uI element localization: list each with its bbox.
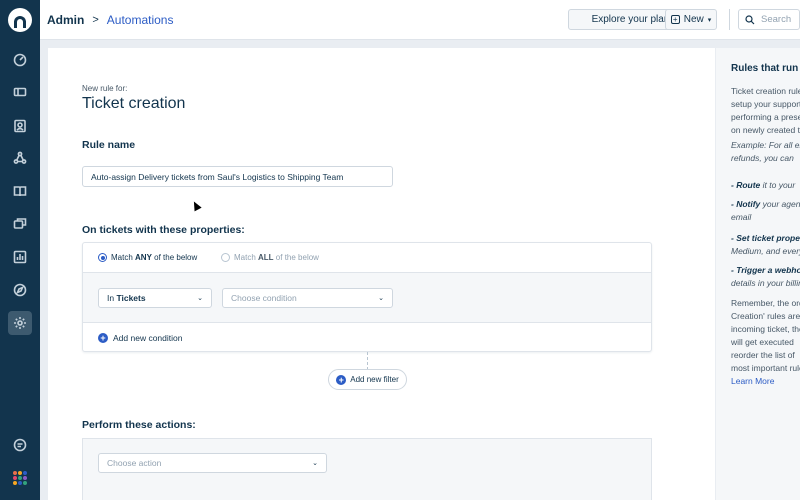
breadcrumb: Admin > Automations [47,13,173,27]
add-filter-label: Add new filter [350,375,399,384]
radio-selected-icon [98,253,107,262]
help-bullet-notify: - Notify your agents email [731,199,800,222]
apps-grid-icon[interactable] [13,471,27,485]
add-filter-button[interactable]: + Add new filter [328,369,407,390]
chevron-down-icon: ▾ [707,16,712,24]
actions-box: Choose action ⌄ [82,438,652,500]
form-subtitle: New rule for: [82,84,128,93]
tickets-icon[interactable] [8,80,32,104]
conditions-box: Match ANY of the below Match ALL of the … [82,242,652,352]
left-nav [0,0,40,500]
condition-select[interactable]: Choose condition ⌄ [222,288,393,308]
search-box[interactable]: Search [738,9,800,30]
condition-row: In Tickets ⌄ Choose condition ⌄ [83,273,651,323]
chat-icon[interactable] [8,433,32,457]
entity-select-value: In Tickets [107,293,146,303]
search-icon [745,14,755,24]
action-placeholder: Choose action [107,458,162,468]
groups-icon[interactable] [8,146,32,170]
rule-form-card: New rule for: Ticket creation Rule name … [48,48,715,500]
contacts-icon[interactable] [8,114,32,138]
help-bullet-webhook: - Trigger a webhook details in your bill… [731,265,800,288]
add-condition-label: Add new condition [113,333,183,343]
actions-label: Perform these actions: [82,419,196,431]
breadcrumb-automations[interactable]: Automations [107,13,174,27]
solutions-icon[interactable] [8,179,32,203]
help-panel: Rules that run on ticket creation Ticket… [716,48,800,500]
connector-line [367,352,368,370]
action-select[interactable]: Choose action ⌄ [98,453,327,473]
help-text-intro: Ticket creation rules setup your support… [731,86,800,135]
top-header: Admin > Automations Explore your plan + … [40,0,800,40]
help-bullet-route: - Route it to your [731,180,796,190]
header-divider [729,9,730,30]
conditions-label: On tickets with these properties: [82,224,245,236]
entity-select[interactable]: In Tickets ⌄ [98,288,212,308]
match-any-radio[interactable]: Match ANY of the below [98,253,197,262]
match-all-label: Match ALL of the below [234,253,319,262]
breadcrumb-admin[interactable]: Admin [47,13,84,27]
plus-circle-icon: + [336,374,347,385]
chevron-down-icon: ⌄ [312,460,318,467]
learn-more-link[interactable]: Learn More [731,375,800,388]
match-type-row: Match ANY of the below Match ALL of the … [83,243,651,273]
freshdesk-logo-icon[interactable] [8,8,32,32]
match-all-radio[interactable]: Match ALL of the below [221,253,319,262]
explore-plan-label: Explore your plan [591,14,670,25]
help-text-order: Remember, the order Creation' rules are … [731,297,800,388]
settings-icon[interactable] [8,311,32,335]
help-text-example: Example: For all emails about refunds, y… [731,140,800,163]
rule-name-label: Rule name [82,139,136,151]
search-placeholder: Search [761,14,792,25]
new-button[interactable]: + New ▾ [665,9,717,30]
rule-name-value: Auto-assign Delivery tickets from Saul's… [91,171,344,182]
conversations-icon[interactable] [8,212,32,236]
condition-placeholder: Choose condition [231,293,297,303]
plus-square-icon: + [670,15,680,24]
discover-icon[interactable] [8,278,32,302]
chevron-down-icon: ⌄ [378,295,384,302]
chevron-down-icon: ⌄ [197,295,203,302]
match-any-label: Match ANY of the below [111,253,198,262]
reports-icon[interactable] [8,245,32,269]
breadcrumb-separator: > [92,14,99,26]
help-panel-title: Rules that run on ticket creation [731,63,800,74]
rule-name-input[interactable]: Auto-assign Delivery tickets from Saul's… [82,166,393,187]
add-condition-button[interactable]: + Add new condition [98,333,182,343]
dashboard-icon[interactable] [8,48,32,72]
help-bullet-set-properties: - Set ticket properties Medium, and ever… [731,233,800,256]
new-label: New [683,14,704,25]
radio-unselected-icon [221,253,230,262]
plus-circle-icon: + [98,333,108,343]
page-title: Ticket creation [82,95,186,112]
